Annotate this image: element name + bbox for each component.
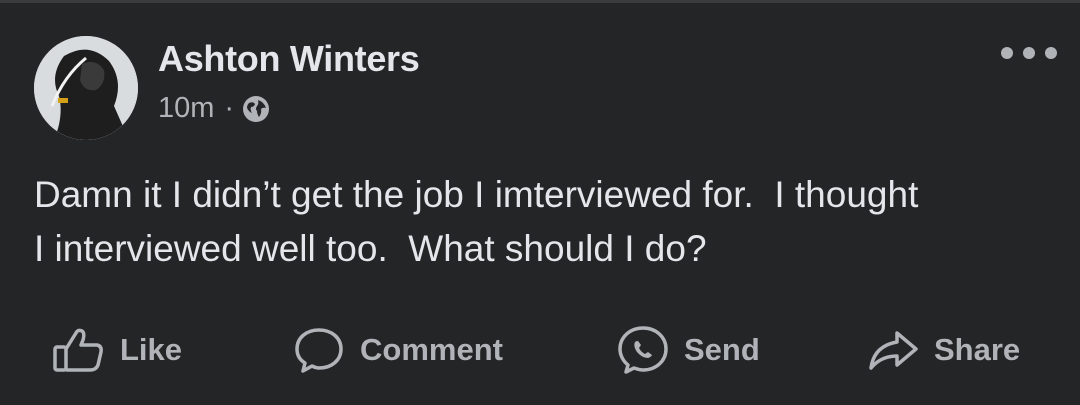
more-dot-icon (1023, 47, 1035, 59)
share-label: Share (934, 332, 1021, 367)
more-options-button[interactable] (1001, 38, 1057, 68)
messenger-icon (616, 325, 670, 375)
globe-icon[interactable] (242, 95, 270, 123)
comment-bubble-icon (292, 326, 346, 374)
like-label: Like (120, 332, 183, 367)
top-divider (0, 0, 1080, 3)
post-actions-bar: Like Comment Send Share (0, 320, 1080, 380)
comment-button[interactable]: Comment (292, 320, 503, 380)
thumbs-up-icon (52, 327, 106, 373)
post-meta: 10m · (158, 92, 270, 125)
post-text: Damn it I didn’t get the job I imterview… (34, 174, 919, 269)
comment-label: Comment (360, 332, 503, 367)
post-time[interactable]: 10m (158, 92, 214, 125)
author-name[interactable]: Ashton Winters (158, 38, 420, 80)
more-dot-icon (1045, 47, 1057, 59)
send-button[interactable]: Send (616, 320, 760, 380)
meta-separator: · (224, 92, 235, 124)
like-button[interactable]: Like (52, 320, 182, 380)
share-button[interactable]: Share (866, 320, 1020, 380)
more-dot-icon (1001, 47, 1013, 59)
send-label: Send (684, 332, 760, 367)
avatar[interactable] (34, 36, 138, 140)
share-arrow-icon (866, 328, 920, 372)
